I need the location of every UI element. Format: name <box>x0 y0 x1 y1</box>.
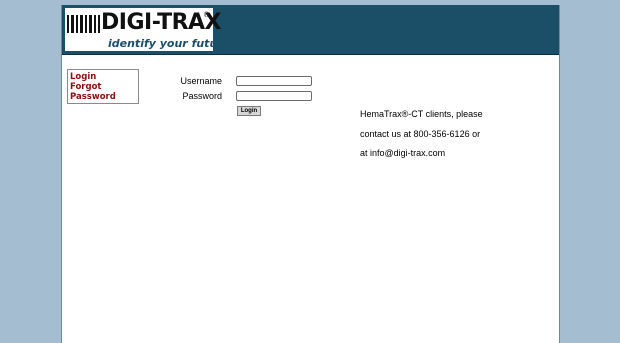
nav-forgot-password-link-line2[interactable]: Password <box>70 92 138 102</box>
info-line: contact us at 800-356-6126 or <box>360 128 481 139</box>
login-button[interactable]: Login <box>237 106 261 116</box>
info-line: at info@digi-trax.com <box>360 148 446 158</box>
info-line: HemaTrax®-CT clients, please <box>360 109 483 119</box>
nav-login-link[interactable]: Login <box>70 72 138 82</box>
page-container: DIGI-TRAX ® identify your future Login F… <box>61 5 560 343</box>
tagline: identify your future <box>108 37 231 50</box>
contact-info: HemaTrax®-CT clients, please contact us … <box>360 105 500 164</box>
password-input[interactable] <box>236 91 312 101</box>
registered-mark: ® <box>203 11 210 19</box>
username-input[interactable] <box>236 76 312 86</box>
barcode-icon <box>67 15 100 33</box>
side-navigation: Login Forgot Password <box>67 69 139 104</box>
username-label: Username <box>180 76 222 86</box>
logo[interactable]: DIGI-TRAX ® identify your future <box>65 8 230 51</box>
nav-forgot-password-link[interactable]: Forgot <box>70 82 138 92</box>
password-label: Password <box>182 91 222 101</box>
site-header: DIGI-TRAX ® identify your future <box>62 5 559 55</box>
